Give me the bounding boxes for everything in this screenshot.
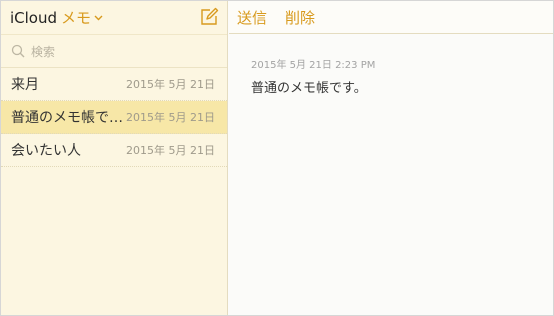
note-editor: 送信 削除 2015年 5月 21日 2:23 PM 普通のメモ帳です。 [229,1,553,315]
sidebar-header: iCloud メモ [1,1,227,34]
note-title: 普通のメモ帳です。 [11,110,127,126]
note-body[interactable]: 普通のメモ帳です。 [251,77,553,96]
note-timestamp: 2015年 5月 21日 2:23 PM [251,60,376,71]
note-title: 会いたい人 [11,143,81,159]
account-title[interactable]: iCloud [10,9,57,27]
note-date: 2015年 5月 21日 [126,144,215,157]
compose-icon[interactable] [199,7,219,27]
note-list-item-selected[interactable]: 普通のメモ帳です。 2015年 5月 21日 [1,101,227,134]
editor-toolbar: 送信 削除 [229,1,553,34]
note-date: 2015年 5月 21日 [126,111,215,124]
search-field[interactable]: 検索 [1,34,227,67]
chevron-down-icon[interactable] [94,13,103,22]
notes-sidebar: iCloud メモ 検索 来月 2015年 5月 21日 普通のメモ帳です。 2… [1,1,228,315]
note-title: 来月 [11,77,39,93]
notes-list: 来月 2015年 5月 21日 普通のメモ帳です。 2015年 5月 21日 会… [1,67,227,167]
notes-app: iCloud メモ 検索 来月 2015年 5月 21日 普通のメモ帳です。 2… [0,0,554,316]
folder-title[interactable]: メモ [61,7,91,28]
note-list-item[interactable]: 来月 2015年 5月 21日 [1,68,227,101]
search-icon [11,44,25,58]
delete-button[interactable]: 削除 [285,7,315,28]
note-list-item[interactable]: 会いたい人 2015年 5月 21日 [1,134,227,167]
search-placeholder: 検索 [31,44,56,59]
note-date: 2015年 5月 21日 [126,78,215,91]
send-button[interactable]: 送信 [237,7,267,28]
